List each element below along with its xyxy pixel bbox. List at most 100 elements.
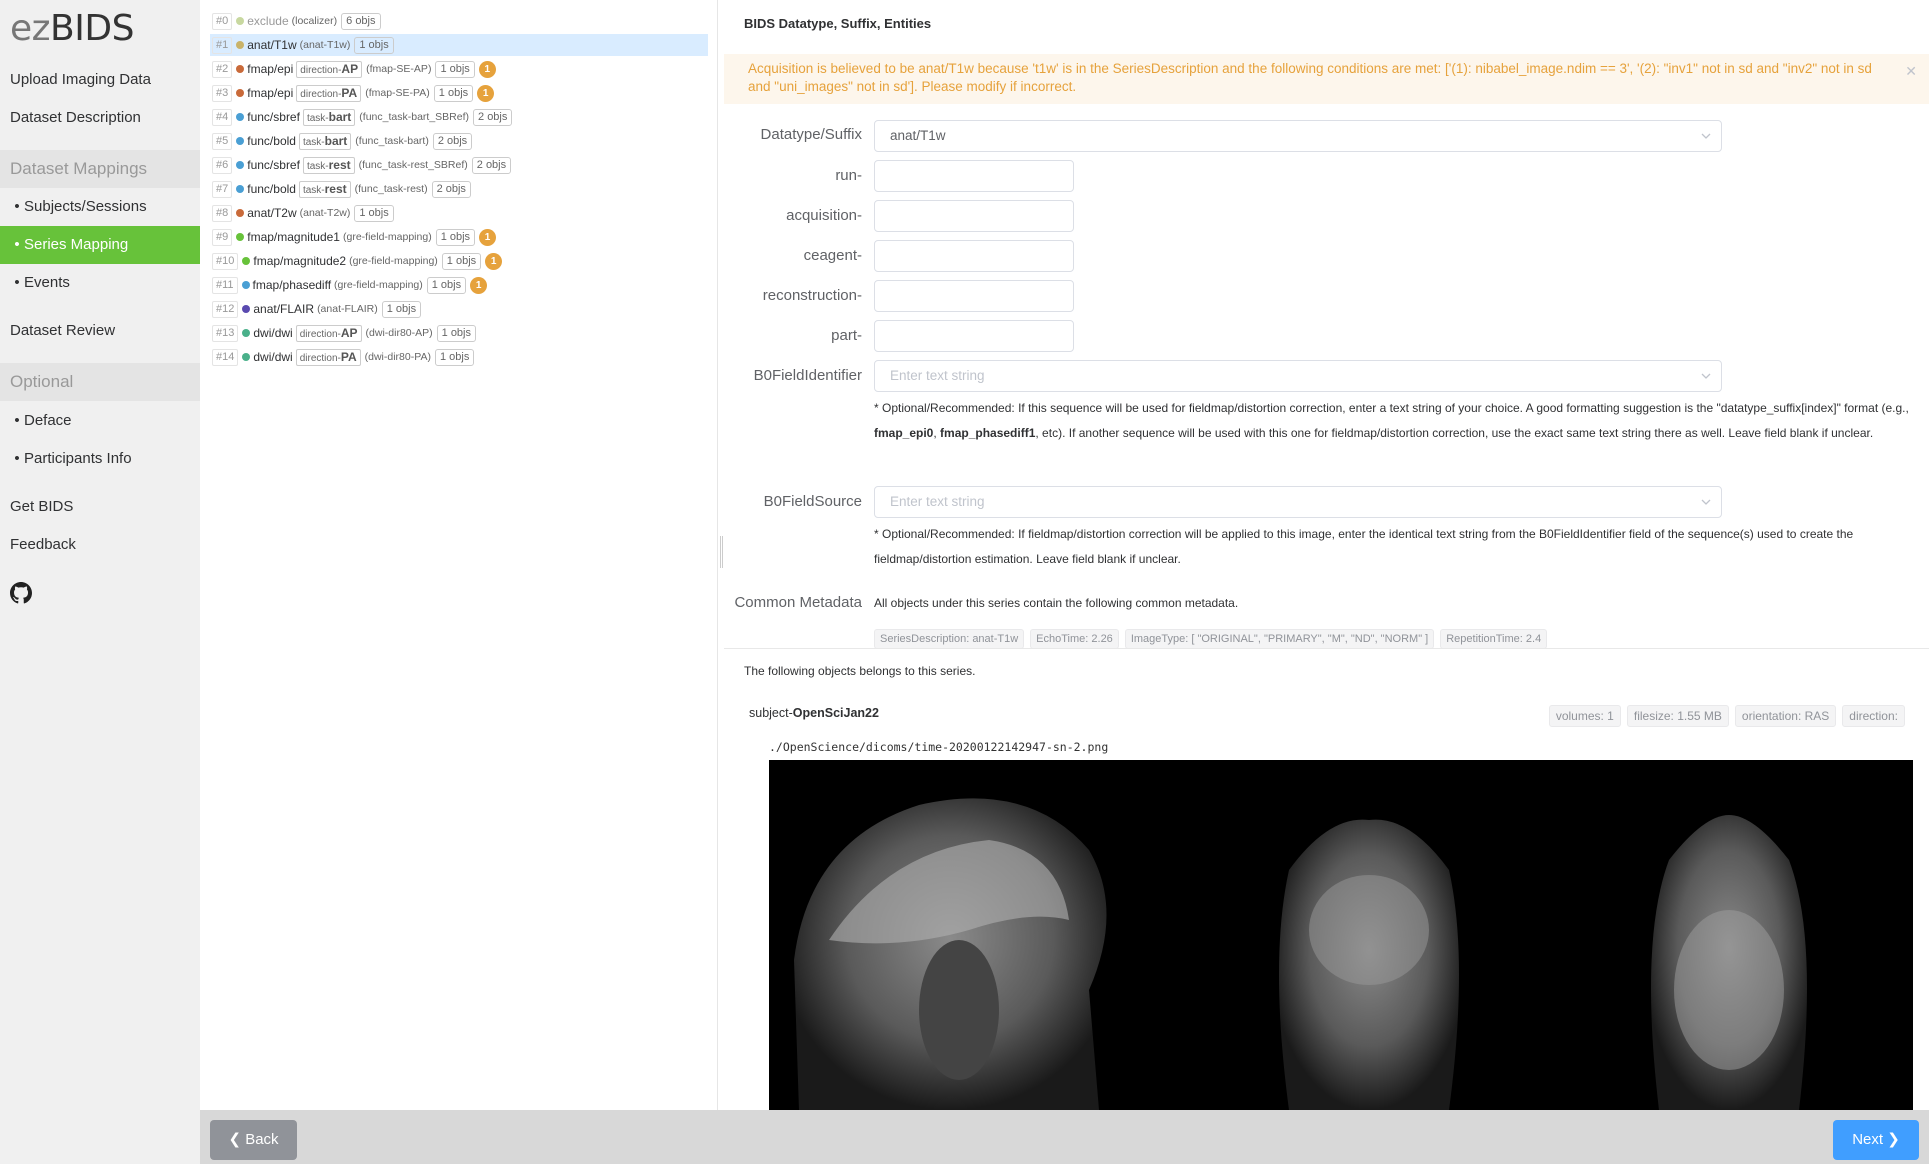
chevron-down-icon	[1701, 133, 1711, 139]
entity-key: direction-	[300, 88, 342, 100]
series-detail: BIDS Datatype, Suffix, Entities Acquisit…	[724, 0, 1929, 1110]
close-icon[interactable]: ✕	[1905, 62, 1917, 80]
series-entity-tag: task-bart	[298, 132, 352, 150]
series-description: (fmap-SE-AP)	[366, 63, 432, 75]
series-index: #1	[212, 36, 233, 54]
series-row[interactable]: #14 dwi/dwi direction-PA (dwi-dir80-PA) 1 ob…	[210, 346, 708, 368]
series-color-dot	[241, 281, 250, 289]
nav-subjects-sessions[interactable]: • Subjects/Sessions	[0, 188, 200, 226]
metadata-tag: SeriesDescription: anat-T1w	[874, 629, 1025, 649]
reconstruction-input[interactable]	[874, 280, 1074, 312]
series-color-dot	[242, 353, 251, 361]
pane-resize-handle[interactable]	[720, 536, 723, 568]
nav-dataset-review[interactable]: Dataset Review	[0, 312, 200, 350]
series-type: fmap/magnitude1	[247, 230, 340, 244]
series-row[interactable]: #9 fmap/magnitude1 (gre-field-mapping) 1 ob…	[210, 226, 708, 248]
b0fieldsource-select[interactable]: Enter text string	[874, 486, 1722, 518]
series-description: (dwi-dir80-PA)	[364, 351, 431, 363]
series-description: (gre-field-mapping)	[342, 231, 432, 243]
series-row[interactable]: #11 fmap/phasediff (gre-field-mapping) 1 ob…	[210, 274, 708, 296]
series-row[interactable]: #2 fmap/epi direction-AP (fmap-SE-AP) 1 objs…	[210, 58, 708, 80]
ceagent-label: ceagent-	[803, 247, 862, 264]
series-row[interactable]: #7 func/bold task-rest (func_task-rest) 2 ob…	[210, 178, 708, 200]
acquisition-input[interactable]	[874, 200, 1074, 232]
series-row[interactable]: #1 anat/T1w (anat-T1w) 1 objs	[210, 34, 708, 56]
nav-series-mapping[interactable]: • Series Mapping	[0, 226, 200, 264]
nav-events[interactable]: • Events	[0, 264, 200, 302]
series-object-count: 1 objs	[354, 36, 394, 54]
series-color-dot	[236, 233, 245, 241]
series-type: dwi/dwi	[253, 350, 293, 364]
run-input[interactable]	[874, 160, 1074, 192]
series-color-dot	[236, 89, 245, 97]
entity-key: direction-	[299, 328, 341, 340]
nav-feedback[interactable]: Feedback	[0, 526, 200, 564]
series-object-count: 1 objs	[434, 348, 475, 366]
series-object-count: 1 objs	[441, 252, 482, 270]
section-optional: Optional	[0, 363, 200, 401]
entity-key: direction-	[299, 352, 341, 364]
help-text: * Optional/Recommended: If this sequence…	[874, 401, 1909, 415]
series-object-count: 1 objs	[381, 300, 422, 318]
series-row[interactable]: #3 fmap/epi direction-PA (fmap-SE-PA) 1 objs…	[210, 82, 708, 104]
series-color-dot	[236, 113, 245, 121]
nav-participants-info-label: Participants Info	[24, 450, 132, 467]
image-path: ./OpenScience/dicoms/time-20200122142947…	[769, 740, 1109, 754]
help-example: fmap_epi0	[874, 426, 934, 440]
series-index: #0	[212, 12, 233, 30]
series-row[interactable]: #13 dwi/dwi direction-AP (dwi-dir80-AP) 1 ob…	[210, 322, 708, 344]
github-icon[interactable]	[10, 582, 32, 604]
series-color-dot	[236, 65, 245, 73]
series-type: func/bold	[247, 182, 296, 196]
ceagent-input[interactable]	[874, 240, 1074, 272]
nav-deface[interactable]: • Deface	[0, 402, 200, 440]
detail-header: BIDS Datatype, Suffix, Entities	[744, 16, 932, 31]
series-row[interactable]: #4 func/sbref task-bart (func_task-bart_SBR…	[210, 106, 708, 128]
series-index: #5	[212, 132, 233, 150]
series-object-count: 2 objs	[473, 108, 513, 126]
entity-value: PA	[341, 85, 358, 100]
series-row[interactable]: #12 anat/FLAIR (anat-FLAIR) 1 objs	[210, 298, 708, 320]
bullet: •	[14, 450, 20, 467]
subject-label: subject-OpenSciJan22	[749, 706, 879, 720]
next-button[interactable]: Next ❯	[1833, 1120, 1919, 1160]
nav-subjects-sessions-label: Subjects/Sessions	[24, 198, 147, 215]
object-info-tag: orientation: RAS	[1734, 705, 1837, 727]
series-index: #14	[212, 348, 239, 366]
datatype-suffix-value: anat/T1w	[890, 128, 946, 143]
warning-count-badge: 1	[485, 252, 503, 270]
datatype-suffix-select[interactable]: anat/T1w	[874, 120, 1722, 152]
series-row[interactable]: #6 func/sbref task-rest (func_task-rest_SBR…	[210, 154, 708, 176]
series-description: (fmap-SE-PA)	[365, 87, 430, 99]
part-input[interactable]	[874, 320, 1074, 352]
series-description: (func_task-rest_SBRef)	[358, 159, 468, 171]
entity-key: task-	[306, 160, 329, 172]
series-color-dot	[236, 161, 245, 169]
series-type: anat/T1w	[247, 38, 297, 52]
back-button[interactable]: ❮ Back	[210, 1120, 297, 1160]
series-row[interactable]: #8 anat/T2w (anat-T2w) 1 objs	[210, 202, 708, 224]
series-color-dot	[236, 209, 245, 217]
b0fieldidentifier-select[interactable]: Enter text string	[874, 360, 1722, 392]
common-metadata-label: Common Metadata	[734, 594, 862, 611]
series-row[interactable]: #5 func/bold task-bart (func_task-bart) 2 ob…	[210, 130, 708, 152]
series-row[interactable]: #10 fmap/magnitude2 (gre-field-mapping) 1 o…	[210, 250, 708, 272]
warning-alert: Acquisition is believed to be anat/T1w b…	[724, 54, 1929, 104]
subject-name: OpenSciJan22	[792, 706, 879, 720]
nav-dataset-description[interactable]: Dataset Description	[0, 99, 200, 137]
series-object-count: 1 objs	[433, 84, 474, 102]
nav-upload-imaging-data[interactable]: Upload Imaging Data	[0, 61, 200, 99]
b0fieldsource-placeholder: Enter text string	[890, 494, 985, 509]
series-description: (gre-field-mapping)	[334, 279, 423, 291]
series-entity-tag: direction-PA	[295, 348, 361, 366]
nav-participants-info[interactable]: • Participants Info	[0, 440, 200, 478]
nav-get-bids[interactable]: Get BIDS	[0, 488, 200, 526]
series-row[interactable]: #0 exclude (localizer) 6 objs	[210, 10, 708, 32]
series-index: #2	[212, 60, 233, 78]
series-type: func/bold	[247, 134, 296, 148]
bullet: •	[14, 198, 20, 215]
divider	[724, 648, 1929, 649]
series-entity-tag: task-bart	[302, 108, 356, 126]
series-index: #10	[212, 252, 239, 270]
series-index: #6	[212, 156, 233, 174]
